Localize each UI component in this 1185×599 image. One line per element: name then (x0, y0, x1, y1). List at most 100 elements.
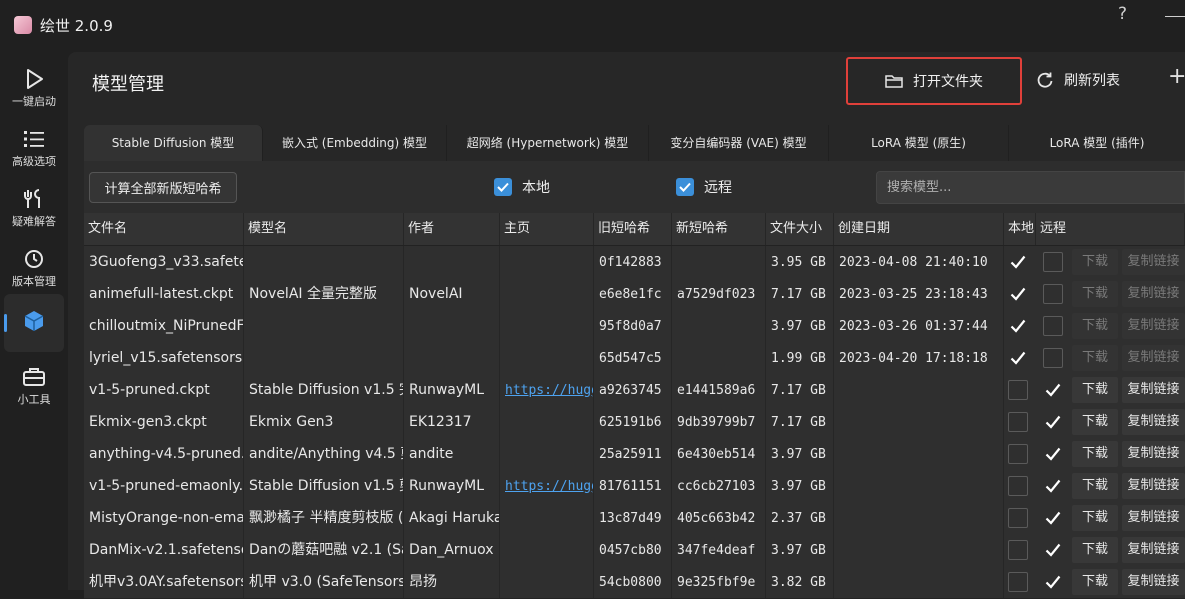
cell-author: RunwayML (404, 470, 500, 502)
copy-link-button[interactable]: 复制链接 (1122, 537, 1185, 563)
cell-text: v1-5-pruned-emaonly.ckpt (89, 478, 244, 494)
table-row[interactable]: Ekmix-gen3.ckpt Ekmix Gen3 EK12317 625191b6… (84, 406, 1185, 439)
copy-link-button[interactable]: 复制链接 (1122, 473, 1185, 499)
sidebar-item-versions[interactable]: 版本管理 (0, 238, 68, 296)
copy-link-button[interactable]: 复制链接 (1122, 569, 1185, 595)
sidebar-item-troubleshoot[interactable]: 疑难解答 (0, 178, 68, 236)
col-model[interactable]: 模型名 (244, 213, 404, 245)
local-checkbox[interactable] (1008, 284, 1028, 304)
local-checkbox[interactable] (1008, 316, 1028, 336)
remote-filter[interactable]: 远程 (676, 177, 732, 197)
table-row[interactable]: anything-v4.5-pruned.safetensors andite/A… (84, 438, 1185, 471)
download-button[interactable]: 下载 (1072, 281, 1118, 307)
col-homepage[interactable]: 主页 (500, 213, 594, 245)
table-row[interactable]: v1-5-pruned.ckpt Stable Diffusion v1.5 完整… (84, 374, 1185, 407)
download-button[interactable]: 下载 (1072, 249, 1118, 275)
local-checkbox[interactable] (1008, 476, 1028, 496)
sidebar-item-launch[interactable]: 一键启动 (0, 58, 68, 116)
remote-checkbox[interactable] (1043, 476, 1063, 496)
local-checkbox[interactable] (1008, 380, 1028, 400)
local-checkbox[interactable] (494, 178, 512, 196)
table-row[interactable]: chilloutmix_NiPrunedFp32Fix.safetensors 9… (84, 310, 1185, 343)
col-local[interactable]: 本地 (1004, 213, 1036, 245)
local-checkbox[interactable] (1008, 508, 1028, 528)
download-button[interactable]: 下载 (1072, 473, 1118, 499)
local-checkbox[interactable] (1008, 348, 1028, 368)
col-date[interactable]: 创建日期 (834, 213, 1004, 245)
copy-link-button[interactable]: 复制链接 (1122, 281, 1185, 307)
table-row[interactable]: 机甲v3.0AY.safetensors 机甲 v3.0 (SafeTensors… (84, 566, 1185, 599)
download-button[interactable]: 下载 (1072, 377, 1118, 403)
search-input[interactable] (876, 171, 1185, 204)
remote-checkbox[interactable] (676, 178, 694, 196)
sidebar-item-advanced[interactable]: 高级选项 (0, 118, 68, 176)
table-row[interactable]: MistyOrange-non-ema.safetensors 飘渺橘子 半精度剪… (84, 502, 1185, 535)
table-row[interactable]: 3Guofeng3_v33.safetensors 0f142883 3.95 GB… (84, 246, 1185, 279)
col-old-hash[interactable]: 旧短哈希 (594, 213, 672, 245)
remote-checkbox[interactable] (1043, 316, 1063, 336)
download-button[interactable]: 下载 (1072, 569, 1118, 595)
cell-text: 3.97 GB (771, 447, 826, 462)
remote-checkbox[interactable] (1043, 252, 1063, 272)
active-indicator (4, 314, 7, 332)
download-button[interactable]: 下载 (1072, 313, 1118, 339)
cell-homepage[interactable]: https://huggingface.co (500, 470, 594, 502)
calc-hash-button[interactable]: 计算全部新版短哈希 (89, 172, 237, 203)
tab-stable-diffusion[interactable]: Stable Diffusion 模型 (84, 125, 263, 161)
minimize-button[interactable] (1165, 16, 1185, 17)
homepage-link[interactable]: https://huggingface.co (505, 383, 593, 398)
open-folder-button[interactable]: 打开文件夹 (846, 57, 1022, 105)
tab-embedding[interactable]: 嵌入式 (Embedding) 模型 (263, 125, 447, 161)
sidebar-item-tools[interactable]: 小工具 (0, 356, 68, 414)
col-author[interactable]: 作者 (404, 213, 500, 245)
remote-checkbox[interactable] (1043, 572, 1063, 592)
remote-checkbox[interactable] (1043, 380, 1063, 400)
local-checkbox[interactable] (1008, 252, 1028, 272)
download-button[interactable]: 下载 (1072, 505, 1118, 531)
copy-link-button[interactable]: 复制链接 (1122, 345, 1185, 371)
local-checkbox[interactable] (1008, 444, 1028, 464)
copy-link-button[interactable]: 复制链接 (1122, 409, 1185, 435)
local-checkbox[interactable] (1008, 540, 1028, 560)
tab-lora-plugin[interactable]: LoRA 模型 (插件) (1009, 125, 1185, 161)
col-size[interactable]: 文件大小 (766, 213, 834, 245)
copy-link-button[interactable]: 复制链接 (1122, 377, 1185, 403)
table-row[interactable]: lyriel_v15.safetensors 65d547c5 1.99 GB 202… (84, 342, 1185, 375)
copy-link-button[interactable]: 复制链接 (1122, 313, 1185, 339)
table-row[interactable]: v1-5-pruned-emaonly.ckpt Stable Diffusion… (84, 470, 1185, 503)
help-button[interactable]: ? (1118, 4, 1127, 24)
homepage-link[interactable]: https://huggingface.co (505, 479, 593, 494)
refresh-button[interactable]: 刷新列表 (1036, 70, 1120, 90)
local-checkbox[interactable] (1008, 412, 1028, 432)
col-new-hash[interactable]: 新短哈希 (672, 213, 766, 245)
remote-checkbox[interactable] (1043, 540, 1063, 560)
col-file[interactable]: 文件名 (84, 213, 244, 245)
remote-checkbox[interactable] (1043, 444, 1063, 464)
remote-checkbox[interactable] (1043, 284, 1063, 304)
cell-text: MistyOrange-non-ema.safetensors (89, 510, 244, 526)
cell-date (834, 438, 1004, 470)
table-row[interactable]: DanMix-v2.1.safetensors Danの蘑菇吧融 v2.1 (Sa… (84, 534, 1185, 567)
download-button[interactable]: 下载 (1072, 441, 1118, 467)
copy-link-button[interactable]: 复制链接 (1122, 249, 1185, 275)
cell-text: a9263745 (599, 383, 662, 398)
copy-link-button[interactable]: 复制链接 (1122, 505, 1185, 531)
download-button[interactable]: 下载 (1072, 409, 1118, 435)
download-button[interactable]: 下载 (1072, 537, 1118, 563)
tab-lora-native[interactable]: LoRA 模型 (原生) (829, 125, 1009, 161)
tab-vae[interactable]: 变分自编码器 (VAE) 模型 (649, 125, 829, 161)
local-checkbox[interactable] (1008, 572, 1028, 592)
local-filter[interactable]: 本地 (494, 177, 550, 197)
remote-checkbox[interactable] (1043, 412, 1063, 432)
remote-checkbox[interactable] (1043, 508, 1063, 528)
cell-homepage[interactable]: https://huggingface.co (500, 374, 594, 406)
col-remote[interactable]: 远程 (1036, 213, 1185, 245)
download-button[interactable]: 下载 (1072, 345, 1118, 371)
sidebar-item-models[interactable] (4, 294, 64, 352)
table-row[interactable]: animefull-latest.ckpt NovelAI 全量完整版 NovelA… (84, 278, 1185, 311)
add-button[interactable]: + (1168, 64, 1185, 89)
cell-text: RunwayML (409, 478, 485, 494)
copy-link-button[interactable]: 复制链接 (1122, 441, 1185, 467)
tab-hypernetwork[interactable]: 超网络 (Hypernetwork) 模型 (447, 125, 649, 161)
remote-checkbox[interactable] (1043, 348, 1063, 368)
